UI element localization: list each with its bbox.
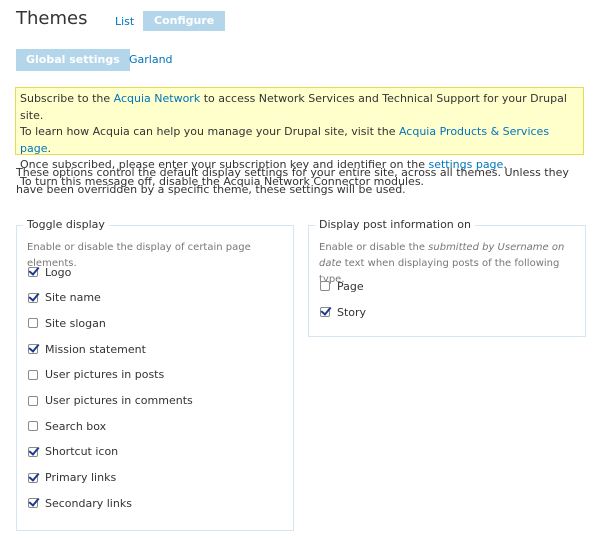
checkbox-row[interactable]: Story — [320, 304, 366, 320]
checkbox-label: Story — [337, 305, 367, 319]
checkbox-checked[interactable] — [28, 344, 38, 355]
checkbox-label: Page — [337, 279, 364, 293]
checkbox-row[interactable]: Secondary links — [28, 495, 132, 511]
checkbox-unchecked[interactable] — [28, 318, 38, 329]
checkbox-label: Search box — [45, 419, 107, 433]
checkbox-row[interactable]: Mission statement — [28, 341, 146, 357]
checkbox-unchecked[interactable] — [28, 369, 38, 380]
toggle-display-fieldset: Toggle display Enable or disable the dis… — [16, 218, 294, 531]
subtab-global-settings[interactable]: Global settings — [16, 49, 130, 71]
post-info-fieldset: Display post information on Enable or di… — [308, 218, 586, 337]
checkbox-checked[interactable] — [320, 307, 330, 317]
checkbox-label: Site name — [45, 291, 101, 305]
checkbox-label: Logo — [45, 265, 72, 279]
page-title: Themes — [16, 8, 88, 29]
checkbox-row[interactable]: Site slogan — [28, 315, 106, 331]
message-line-1: Subscribe to the Acquia Network to acces… — [20, 92, 567, 122]
acquia-network-link[interactable]: Acquia Network — [114, 92, 201, 105]
checkbox-checked[interactable] — [28, 267, 38, 277]
message-line-2: To learn how Acquia can help you manage … — [20, 125, 550, 155]
checkbox-checked[interactable] — [28, 472, 38, 483]
checkbox-unchecked[interactable] — [28, 395, 38, 406]
checkbox-checked[interactable] — [28, 292, 38, 303]
checkbox-label: Shortcut icon — [45, 445, 119, 459]
checkbox-row[interactable]: Logo — [28, 264, 71, 280]
tab-list[interactable]: List — [115, 15, 134, 28]
checkbox-unchecked[interactable] — [320, 281, 330, 291]
checkbox-label: Primary links — [45, 471, 117, 485]
checkbox-label: Mission statement — [45, 342, 146, 356]
post-info-legend: Display post information on — [315, 218, 475, 231]
checkbox-row[interactable]: User pictures in posts — [28, 367, 164, 383]
tab-configure[interactable]: Configure — [143, 11, 226, 31]
checkbox-label: Secondary links — [45, 496, 132, 510]
checkbox-unchecked[interactable] — [28, 421, 38, 432]
checkbox-label: User pictures in comments — [45, 394, 193, 407]
checkbox-row[interactable]: Primary links — [28, 470, 116, 486]
acquia-message: Subscribe to the Acquia Network to acces… — [15, 87, 584, 188]
checkbox-row[interactable]: User pictures in comments — [28, 393, 193, 409]
checkbox-row[interactable]: Shortcut icon — [28, 444, 118, 460]
subtab-garland[interactable]: Garland — [129, 53, 173, 66]
checkbox-row[interactable]: Site name — [28, 290, 101, 306]
checkbox-checked[interactable] — [28, 446, 38, 457]
checkbox-row[interactable]: Page — [320, 278, 364, 294]
checkbox-checked[interactable] — [28, 498, 38, 509]
toggle-display-legend: Toggle display — [23, 218, 109, 231]
checkbox-label: Site slogan — [45, 316, 106, 330]
checkbox-row[interactable]: Search box — [28, 418, 106, 434]
checkbox-label: User pictures in posts — [45, 368, 165, 382]
settings-description: These options control the default displa… — [16, 166, 569, 196]
